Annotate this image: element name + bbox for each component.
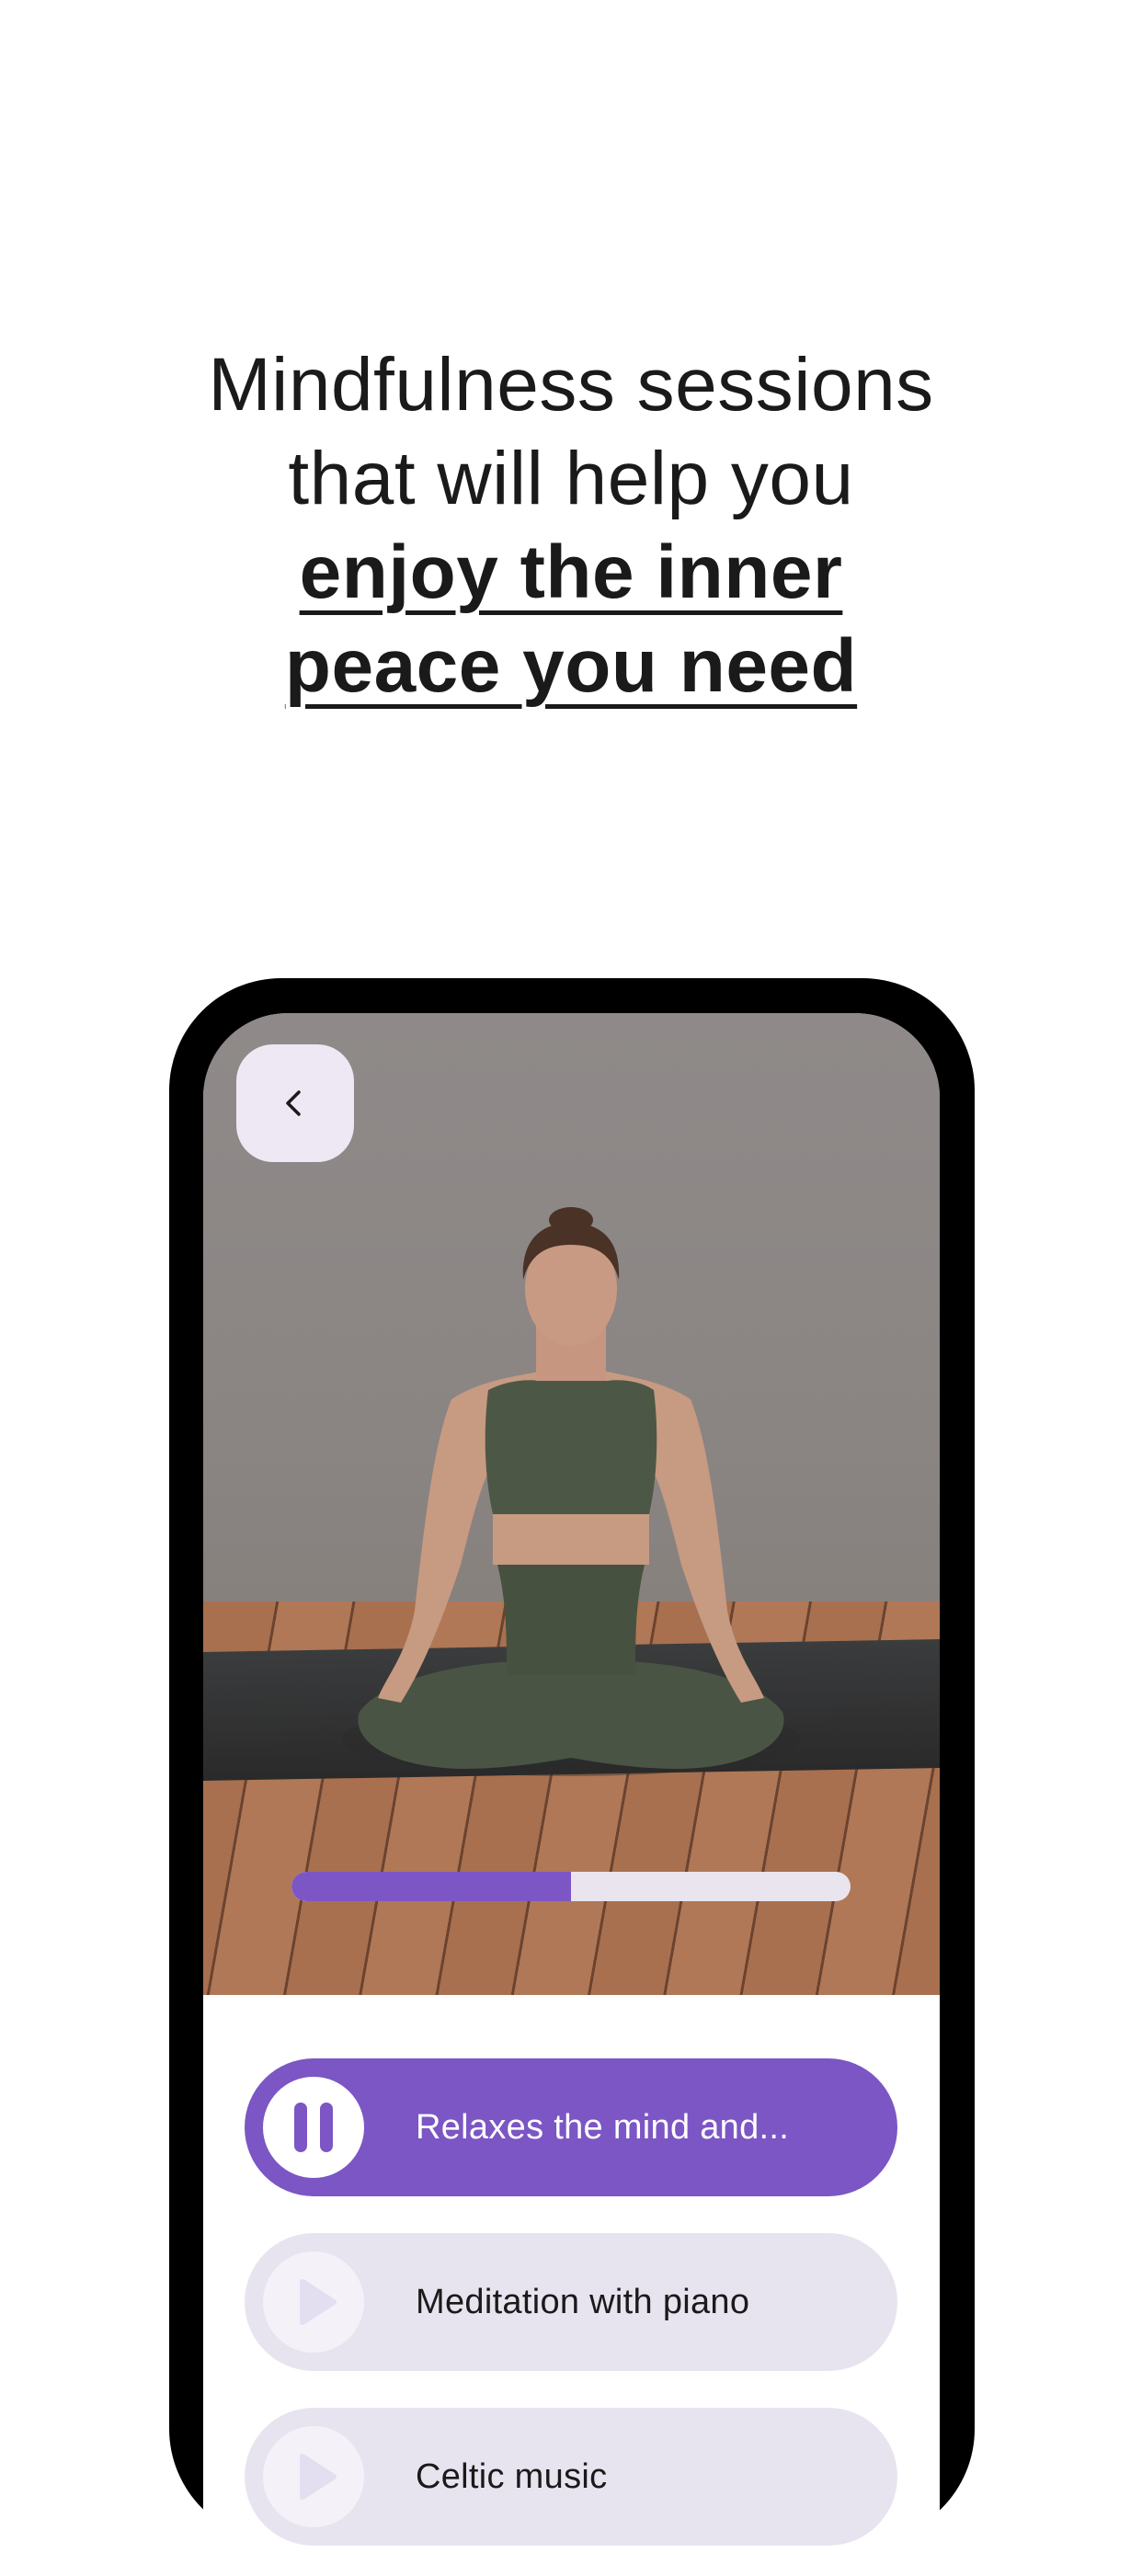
phone-screen: Relaxes the mind and... Meditation with … (203, 1013, 940, 2576)
track-label: Celtic music (416, 2456, 608, 2496)
track-item-relaxes-the-mind[interactable]: Relaxes the mind and... (245, 2058, 897, 2196)
play-icon (300, 2454, 337, 2500)
play-button[interactable] (263, 2251, 364, 2353)
back-button[interactable] (236, 1044, 354, 1162)
track-list: Relaxes the mind and... Meditation with … (245, 2058, 897, 2576)
headline-line-1: Mindfulness sessions (208, 343, 934, 427)
progress-bar[interactable] (291, 1872, 851, 1901)
pause-icon (294, 2103, 333, 2152)
headline: Mindfulness sessions that will help you … (0, 338, 1142, 713)
chevron-left-icon (286, 1090, 301, 1116)
headline-line-3: enjoy the inner (299, 530, 843, 614)
headline-line-4: peace you need (284, 624, 858, 708)
video-player[interactable] (203, 1013, 940, 1995)
pause-button[interactable] (263, 2077, 364, 2178)
headline-line-2: that will help you (288, 437, 854, 520)
progress-fill (291, 1872, 571, 1901)
play-icon (300, 2279, 337, 2325)
track-item-meditation-with-piano[interactable]: Meditation with piano (245, 2233, 897, 2371)
track-label: Relaxes the mind and... (416, 2107, 790, 2147)
track-item-celtic-music[interactable]: Celtic music (245, 2408, 897, 2546)
track-label: Meditation with piano (416, 2282, 750, 2321)
play-button[interactable] (263, 2426, 364, 2527)
